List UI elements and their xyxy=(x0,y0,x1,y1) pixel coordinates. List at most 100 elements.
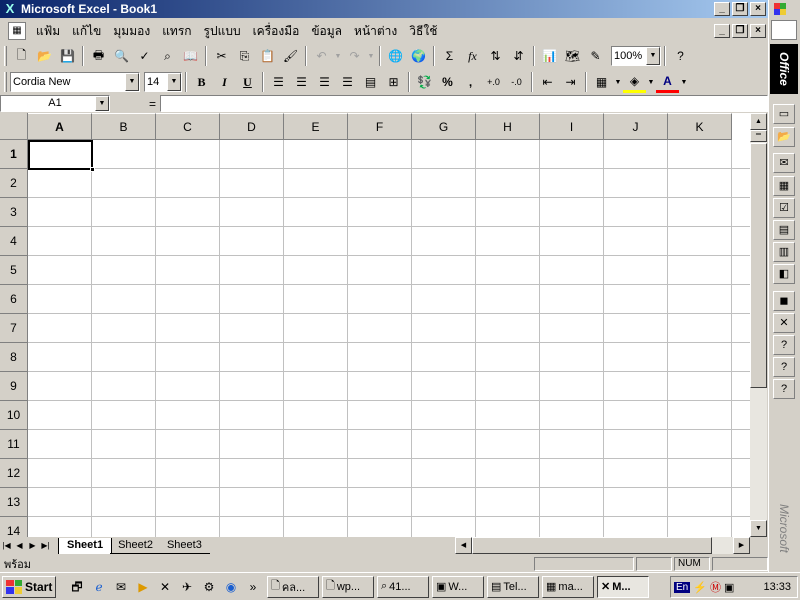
quicklaunch-ie-icon[interactable]: ℯ xyxy=(88,576,110,598)
taskbar-task[interactable]: ▣ W... xyxy=(432,575,484,598)
align-left-icon[interactable]: ☰ xyxy=(267,71,290,93)
column-header-e[interactable]: E xyxy=(284,113,348,140)
scroll-down-button[interactable]: ▼ xyxy=(750,520,767,537)
horizontal-scroll-thumb[interactable] xyxy=(472,537,712,554)
open-office-document-icon[interactable]: 📂 xyxy=(773,127,795,147)
row-header-4[interactable]: 4 xyxy=(0,227,28,256)
column-header-d[interactable]: D xyxy=(220,113,284,140)
row-header-8[interactable]: 8 xyxy=(0,343,28,372)
copy-icon[interactable]: ⎘ xyxy=(233,45,256,67)
menu-view[interactable]: มุมมอง xyxy=(107,22,156,41)
taskbar-task-excel[interactable]: ✕ M... xyxy=(597,575,649,598)
new-journal-icon[interactable]: ▥ xyxy=(773,242,795,262)
italic-button[interactable]: I xyxy=(213,71,236,93)
drawing-icon[interactable]: ✎ xyxy=(584,45,607,67)
column-header-c[interactable]: C xyxy=(156,113,220,140)
row-header-12[interactable]: 12 xyxy=(0,459,28,488)
undo-dropdown-icon[interactable]: ▼ xyxy=(333,53,343,60)
sort-descending-icon[interactable]: ⇵ xyxy=(507,45,530,67)
row-header-14[interactable]: 14 xyxy=(0,517,28,537)
column-header-h[interactable]: H xyxy=(476,113,540,140)
zoom-dropdown-icon[interactable]: ▼ xyxy=(646,47,660,65)
row-header-13[interactable]: 13 xyxy=(0,488,28,517)
clock[interactable]: 13:33 xyxy=(763,581,797,593)
scroll-left-button[interactable]: ◀ xyxy=(455,537,472,554)
font-select[interactable]: Cordia New ▼ xyxy=(10,72,140,92)
undo-icon[interactable]: ↶ xyxy=(310,45,333,67)
select-all-button[interactable] xyxy=(0,113,28,140)
autosum-icon[interactable]: Σ xyxy=(438,45,461,67)
horizontal-scrollbar[interactable]: ◀ ▶ xyxy=(455,537,750,554)
row-header-9[interactable]: 9 xyxy=(0,372,28,401)
spelling-icon[interactable]: ✓ xyxy=(133,45,156,67)
menu-insert[interactable]: แทรก xyxy=(156,22,197,41)
name-box-dropdown-icon[interactable]: ▼ xyxy=(95,96,109,111)
scroll-right-button[interactable]: ▶ xyxy=(733,537,750,554)
taskbar-task[interactable]: ▤ Tel... xyxy=(487,575,539,598)
close-button[interactable]: × xyxy=(750,2,766,16)
quicklaunch-outlook-icon[interactable]: ✉ xyxy=(110,576,132,598)
new-icon[interactable]: 🗋 xyxy=(10,45,33,67)
chart-wizard-icon[interactable]: 📊 xyxy=(538,45,561,67)
font-size-dropdown-icon[interactable]: ▼ xyxy=(167,73,181,91)
new-message-icon[interactable]: ✉ xyxy=(773,153,795,173)
vertical-scroll-thumb[interactable] xyxy=(750,143,767,388)
toolbar-grip[interactable] xyxy=(4,46,7,66)
edit-formula-button[interactable]: = xyxy=(110,97,160,111)
quicklaunch-more-icon[interactable]: » xyxy=(242,576,264,598)
find-icon[interactable]: ⌕ xyxy=(156,45,179,67)
column-header-j[interactable]: J xyxy=(604,113,668,140)
help-icon[interactable]: ? xyxy=(773,379,795,399)
help-icon[interactable]: ? xyxy=(773,335,795,355)
increase-indent-icon[interactable]: ⇥ xyxy=(559,71,582,93)
print-preview-icon[interactable]: 🔍 xyxy=(110,45,133,67)
tray-app-icon[interactable]: ▣ xyxy=(724,581,734,594)
font-color-dropdown-icon[interactable]: ▼ xyxy=(679,79,689,86)
menu-file[interactable]: แฟ้ม xyxy=(30,22,66,41)
fill-color-dropdown-icon[interactable]: ▼ xyxy=(646,79,656,86)
active-cell[interactable] xyxy=(28,140,95,172)
quicklaunch-app-icon[interactable]: ⚙ xyxy=(198,576,220,598)
borders-icon[interactable]: ▦ xyxy=(590,71,613,93)
column-header-a[interactable]: A xyxy=(28,113,92,140)
borders-dropdown-icon[interactable]: ▼ xyxy=(613,79,623,86)
office-tools-icon[interactable]: ✕ xyxy=(773,313,795,333)
last-sheet-icon[interactable]: ▶| xyxy=(39,538,52,554)
row-header-5[interactable]: 5 xyxy=(0,256,28,285)
column-header-i[interactable]: I xyxy=(540,113,604,140)
font-color-icon[interactable]: A xyxy=(656,71,679,93)
sheet-tab-3[interactable]: Sheet3 xyxy=(158,538,210,554)
distributed-icon[interactable]: ▤ xyxy=(359,71,382,93)
taskbar-task[interactable]: 🗋 wp... xyxy=(322,575,374,598)
menu-window[interactable]: หน้าต่าง xyxy=(348,22,403,41)
office-logo-icon[interactable] xyxy=(771,20,797,40)
align-center-icon[interactable]: ☰ xyxy=(290,71,313,93)
first-sheet-icon[interactable]: |◀ xyxy=(0,538,13,554)
fill-handle[interactable] xyxy=(90,167,95,172)
quicklaunch-media-icon[interactable]: ▶ xyxy=(132,576,154,598)
decrease-decimal-icon[interactable]: -.0 xyxy=(505,71,528,93)
vertical-scrollbar[interactable]: ▲ ═ ▼ xyxy=(750,113,767,537)
column-header-g[interactable]: G xyxy=(412,113,476,140)
excel-icon[interactable]: X xyxy=(2,1,18,17)
zoom-select[interactable]: 100% ▼ xyxy=(611,46,661,66)
new-appointment-icon[interactable]: ▦ xyxy=(773,176,795,196)
next-sheet-icon[interactable]: ▶ xyxy=(26,538,39,554)
row-header-11[interactable]: 11 xyxy=(0,430,28,459)
start-button[interactable]: Start xyxy=(2,575,56,598)
fill-color-icon[interactable]: ◈ xyxy=(623,71,646,93)
print-icon[interactable]: 🖶 xyxy=(87,45,110,67)
column-header-k[interactable]: K xyxy=(668,113,732,140)
row-header-3[interactable]: 3 xyxy=(0,198,28,227)
merge-center-icon[interactable]: ⊞ xyxy=(382,71,405,93)
scroll-up-button[interactable]: ▲ xyxy=(750,113,767,130)
percent-button[interactable]: % xyxy=(436,71,459,93)
new-note-icon[interactable]: ◧ xyxy=(773,264,795,284)
research-icon[interactable]: 📖 xyxy=(179,45,202,67)
comma-button[interactable]: , xyxy=(459,71,482,93)
split-box[interactable]: ═ xyxy=(750,130,767,142)
bold-button[interactable]: B xyxy=(190,71,213,93)
taskbar-task[interactable]: ⌕ 41... xyxy=(377,575,429,598)
row-header-6[interactable]: 6 xyxy=(0,285,28,314)
decrease-indent-icon[interactable]: ⇤ xyxy=(536,71,559,93)
